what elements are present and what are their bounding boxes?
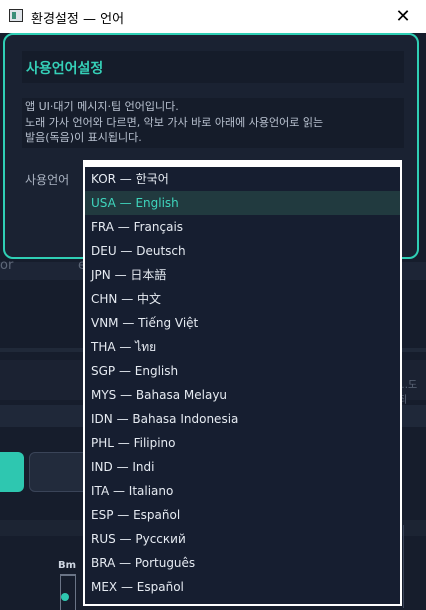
language-option-usa[interactable]: USA — English (85, 191, 400, 215)
language-option-rus[interactable]: RUS — Русский (85, 527, 400, 551)
language-dropdown[interactable]: KOR — 한국어 USA — English FRA — Français D… (83, 160, 402, 606)
title-bar: 환경설정 — 언어 ✕ (0, 0, 426, 33)
language-options-list: KOR — 한국어 USA — English FRA — Français D… (85, 167, 400, 604)
background-text-left: or (0, 258, 14, 273)
description-line: 앱 UI·대기 메시지·팁 언어입니다. (25, 100, 179, 113)
language-option-kor[interactable]: KOR — 한국어 (85, 167, 400, 191)
background-vertical-line (403, 525, 404, 608)
language-option-fra[interactable]: FRA — Français (85, 215, 400, 239)
background-teal-button (0, 452, 24, 492)
chord-diagram (60, 574, 76, 610)
window-title: 환경설정 — 언어 (31, 12, 125, 27)
description-line: 발음(독음)이 표시됩니다. (25, 131, 142, 144)
language-option-ita[interactable]: ITA — Italiano (85, 479, 400, 503)
language-label: 사용언어 (25, 173, 70, 187)
language-option-phl[interactable]: PHL — Filipino (85, 431, 400, 455)
language-option-deu[interactable]: DEU — Deutsch (85, 239, 400, 263)
panel-description: 앱 UI·대기 메시지·팁 언어입니다. 노래 가사 언어와 다르면, 악보 가… (22, 98, 404, 148)
language-option-esp[interactable]: ESP — Español (85, 503, 400, 527)
app-icon (9, 9, 23, 22)
language-option-mys[interactable]: MYS — Bahasa Melayu (85, 383, 400, 407)
background-text-right: …도죄 (398, 380, 418, 406)
chord-label: Bm (58, 560, 77, 571)
panel-header: 사용언어설정 (22, 51, 404, 83)
language-option-idn[interactable]: IDN — Bahasa Indonesia (85, 407, 400, 431)
close-icon[interactable]: ✕ (380, 0, 426, 33)
language-option-vnm[interactable]: VNM — Tiếng Việt (85, 311, 400, 335)
panel-title: 사용언어설정 (26, 61, 104, 77)
language-option-ind[interactable]: IND — Indi (85, 455, 400, 479)
language-option-chn[interactable]: CHN — 中文 (85, 287, 400, 311)
language-option-tha[interactable]: THA — ไทย (85, 335, 400, 359)
language-option-mex[interactable]: MEX — Español (85, 575, 400, 599)
language-option-bra[interactable]: BRA — Português (85, 551, 400, 575)
description-line: 노래 가사 언어와 다르면, 악보 가사 바로 아래에 사용언어로 읽는 (25, 115, 324, 129)
chord-dot (61, 593, 69, 601)
language-option-jpn[interactable]: JPN — 日本語 (85, 263, 400, 287)
language-option-sgp[interactable]: SGP — English (85, 359, 400, 383)
